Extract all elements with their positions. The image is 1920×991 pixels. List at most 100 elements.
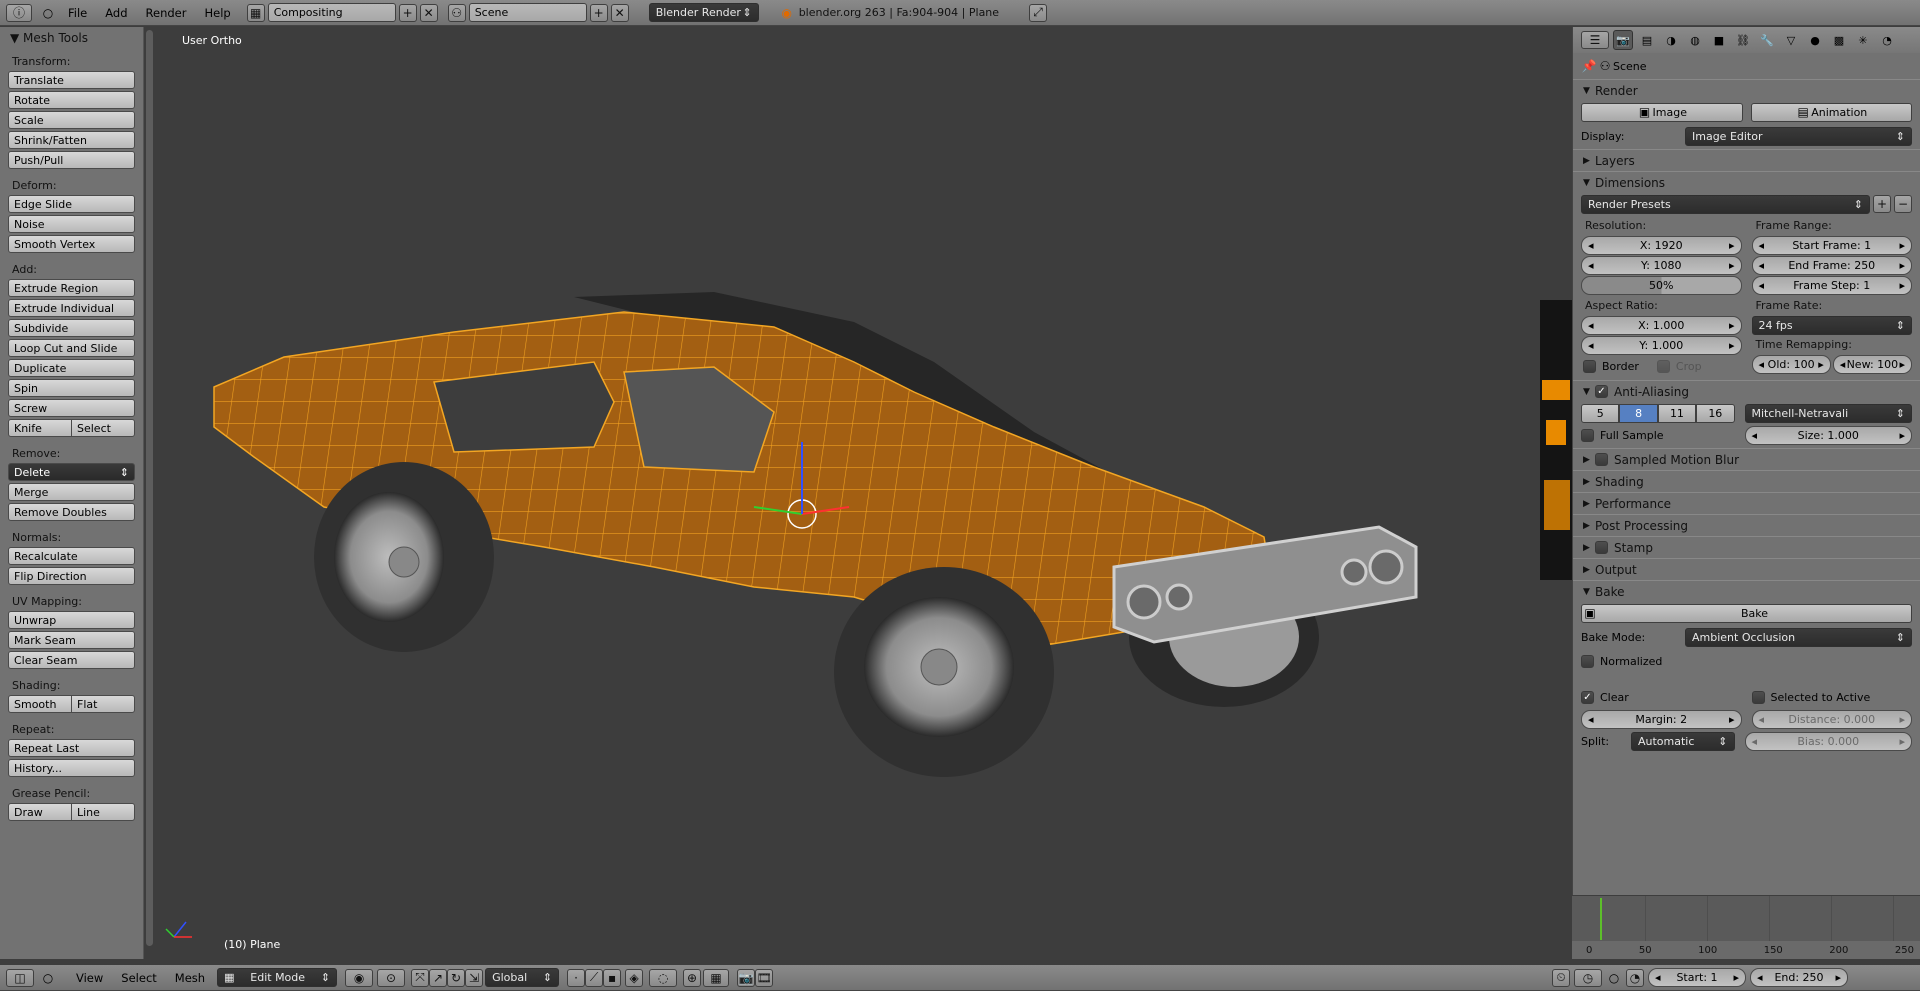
bake-panel-header[interactable]: ▼ Bake <box>1573 580 1920 602</box>
add-layout-button[interactable]: + <box>398 3 417 22</box>
aspect-x-field[interactable]: ◂ X: 1.000 ▸ <box>1581 316 1742 335</box>
add-scene-button[interactable]: + <box>589 3 608 22</box>
pin-icon[interactable]: 📌 <box>1581 58 1597 74</box>
mark-seam-button[interactable]: Mark Seam <box>8 631 135 649</box>
border-checkbox[interactable]: Border <box>1583 359 1639 373</box>
fullscreen-icon[interactable]: ⤢ <box>1029 3 1048 22</box>
properties-editor-icon[interactable]: ☰ <box>1581 31 1609 49</box>
bake-button[interactable]: ▣ Bake <box>1581 603 1912 623</box>
output-panel-header[interactable]: ▶ Output <box>1573 558 1920 580</box>
texture-tab-icon[interactable]: ▩ <box>1829 30 1849 50</box>
aa-samples-16[interactable]: 16 <box>1696 403 1735 423</box>
delete-dropdown[interactable]: Delete ⇕ <box>8 463 135 481</box>
modifiers-tab-icon[interactable]: 🔧 <box>1757 30 1777 50</box>
orientation-dropdown[interactable]: Global ⇕ <box>485 968 560 987</box>
menu-help[interactable]: Help <box>198 6 236 20</box>
proportional-edit-icon[interactable]: ◌ <box>649 968 678 987</box>
merge-button[interactable]: Merge <box>8 483 135 501</box>
render-engine-dropdown[interactable]: Blender Render ⇕ <box>648 3 759 22</box>
timeline-editor-icon[interactable]: ⏲ <box>1552 968 1570 987</box>
unwrap-button[interactable]: Unwrap <box>8 611 135 629</box>
scale-button[interactable]: Scale <box>8 111 135 129</box>
timeline[interactable]: 0 50 100 150 200 250 <box>1572 896 1920 959</box>
constraints-tab-icon[interactable]: ⛓ <box>1733 30 1753 50</box>
anti-aliasing-panel-header[interactable]: ▼ ✓ Anti-Aliasing <box>1573 380 1920 402</box>
collapse-icon[interactable]: ○ <box>40 970 56 986</box>
snap-element-icon[interactable]: ▦ <box>703 968 730 987</box>
distance-field[interactable]: ◂ Distance: 0.000 ▸ <box>1751 709 1912 729</box>
selected-to-active-checkbox[interactable]: Selected to Active <box>1751 690 1913 704</box>
data-tab-icon[interactable]: ▽ <box>1781 30 1801 50</box>
keying-icon[interactable]: ◔ <box>1626 968 1644 987</box>
render-animation-button[interactable]: ▤ Animation <box>1750 102 1912 122</box>
timeline-type-icon[interactable]: ◷ <box>1574 968 1602 987</box>
aa-samples-5[interactable]: 5 <box>1581 403 1620 423</box>
menu-render[interactable]: Render <box>140 6 193 20</box>
resolution-y-field[interactable]: ◂ Y: 1080 ▸ <box>1581 256 1742 275</box>
aa-samples-8[interactable]: 8 <box>1619 403 1658 423</box>
aa-samples-11[interactable]: 11 <box>1657 403 1697 423</box>
clear-seam-button[interactable]: Clear Seam <box>8 651 135 669</box>
recalculate-button[interactable]: Recalculate <box>8 547 135 565</box>
menu-mesh[interactable]: Mesh <box>169 971 211 985</box>
motion-blur-panel-header[interactable]: ▶ Sampled Motion Blur <box>1573 448 1920 470</box>
end-frame-field[interactable]: ◂ End Frame: 250 ▸ <box>1751 256 1912 275</box>
layout-icon[interactable]: ▦ <box>246 3 265 22</box>
flip-direction-button[interactable]: Flip Direction <box>8 567 135 585</box>
add-preset-button[interactable]: + <box>1873 195 1891 213</box>
remove-doubles-button[interactable]: Remove Doubles <box>8 503 135 521</box>
pivot-point-icon[interactable]: ⊙ <box>377 968 406 987</box>
bake-mode-dropdown[interactable]: Ambient Occlusion ⇕ <box>1685 627 1912 647</box>
fps-dropdown[interactable]: 24 fps ⇕ <box>1751 316 1912 335</box>
remove-layout-button[interactable]: ✕ <box>419 3 438 22</box>
knife-button[interactable]: Knife <box>9 420 71 436</box>
car-model[interactable] <box>154 27 1539 959</box>
remove-preset-button[interactable]: − <box>1894 195 1912 213</box>
start-frame-field[interactable]: ◂ Start Frame: 1 ▸ <box>1751 236 1912 255</box>
resolution-x-field[interactable]: ◂ X: 1920 ▸ <box>1581 236 1742 255</box>
aa-size-field[interactable]: ◂ Size: 1.000 ▸ <box>1744 425 1912 445</box>
knife-select-button[interactable]: Select <box>71 420 134 436</box>
time-old-field[interactable]: ◂ Old: 100 ▸ <box>1751 355 1831 374</box>
mode-dropdown[interactable]: ▦ Edit Mode ⇕ <box>217 968 338 987</box>
stamp-checkbox[interactable] <box>1595 541 1608 554</box>
crop-checkbox[interactable]: Crop <box>1656 359 1702 373</box>
menu-file[interactable]: File <box>62 6 93 20</box>
viewport-shading-icon[interactable]: ◉ <box>345 968 374 987</box>
screw-button[interactable]: Screw <box>8 399 135 417</box>
editor-type-icon[interactable]: ◫ <box>6 968 34 987</box>
3d-viewport[interactable]: User Ortho (10) Plane <box>154 27 1539 959</box>
render-panel-header[interactable]: ▼ Render <box>1573 79 1920 101</box>
scale-manipulator-icon[interactable]: ⇲ <box>465 968 484 987</box>
shading-panel-header[interactable]: ▶ Shading <box>1573 470 1920 492</box>
normalized-checkbox[interactable]: Normalized <box>1581 654 1662 668</box>
face-select-icon[interactable]: ▪ <box>603 968 622 987</box>
subdivide-button[interactable]: Subdivide <box>8 319 135 337</box>
rotate-manipulator-icon[interactable]: ↻ <box>447 968 466 987</box>
draw-button[interactable]: Draw <box>9 804 71 820</box>
clear-checkbox[interactable]: ✓ Clear <box>1581 690 1742 704</box>
material-tab-icon[interactable]: ● <box>1805 30 1825 50</box>
timeline-start-field[interactable]: ◂ Start: 1 ▸ <box>1648 968 1746 987</box>
extrude-region-button[interactable]: Extrude Region <box>8 279 135 297</box>
loop-cut-button[interactable]: Loop Cut and Slide <box>8 339 135 357</box>
duplicate-button[interactable]: Duplicate <box>8 359 135 377</box>
layers-panel-header[interactable]: ▶ Layers <box>1573 149 1920 171</box>
time-new-field[interactable]: ◂ New: 100 ▸ <box>1832 355 1912 374</box>
shrink-fatten-button[interactable]: Shrink/Fatten <box>8 131 135 149</box>
menu-select[interactable]: Select <box>115 971 162 985</box>
dimensions-panel-header[interactable]: ▼ Dimensions <box>1573 171 1920 193</box>
render-presets-dropdown[interactable]: Render Presets ⇕ <box>1581 194 1870 214</box>
object-tab-icon[interactable]: ■ <box>1709 30 1729 50</box>
margin-field[interactable]: ◂ Margin: 2 ▸ <box>1581 709 1742 729</box>
translate-manipulator-icon[interactable]: ↗ <box>429 968 448 987</box>
render-layers-tab-icon[interactable]: ▤ <box>1637 30 1657 50</box>
bias-field[interactable]: ◂ Bias: 0.000 ▸ <box>1744 731 1912 751</box>
line-button[interactable]: Line <box>71 804 134 820</box>
flat-button[interactable]: Flat <box>71 696 134 712</box>
smooth-button[interactable]: Smooth <box>9 696 71 712</box>
performance-panel-header[interactable]: ▶ Performance <box>1573 492 1920 514</box>
scene-icon[interactable]: ⚇ <box>447 3 466 22</box>
aspect-y-field[interactable]: ◂ Y: 1.000 ▸ <box>1581 336 1742 355</box>
menu-view[interactable]: View <box>70 971 109 985</box>
